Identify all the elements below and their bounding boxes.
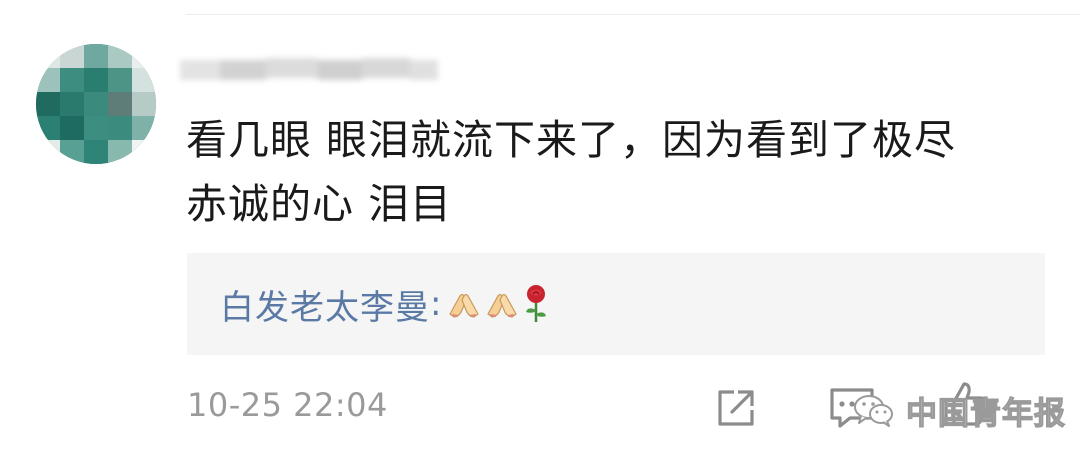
- username-redacted: [180, 52, 442, 92]
- share-icon[interactable]: [712, 384, 760, 432]
- watermark-text: 中国青年报: [905, 395, 1066, 432]
- folded-hands-emoji: [487, 293, 518, 318]
- reply-separator: :: [430, 284, 443, 324]
- watermark: 中国青年报: [852, 388, 1066, 432]
- comment-text-line-2: 赤诚的心 泪目: [186, 180, 453, 228]
- top-divider: [186, 14, 1080, 15]
- reply-author[interactable]: 白发老太李曼: [220, 280, 430, 329]
- reply-line: 白发老太李曼 :: [220, 279, 550, 329]
- reply-box[interactable]: 白发老太李曼 :: [187, 253, 1045, 355]
- comment-screen: 看几眼 眼泪就流下来了，因为看到了极尽 赤诚的心 泪目 白发老太李曼 : 10-…: [0, 0, 1080, 458]
- comment-text-line-1: 看几眼 眼泪就流下来了，因为看到了极尽: [186, 116, 957, 164]
- comment-timestamp: 10-25 22:04: [187, 386, 388, 424]
- wechat-icon: [854, 395, 893, 427]
- folded-hands-emoji: [449, 293, 480, 318]
- rose-emoji: [526, 285, 547, 322]
- reply-emojis: [446, 284, 550, 324]
- comment-text: 看几眼 眼泪就流下来了，因为看到了极尽 赤诚的心 泪目: [186, 108, 1046, 236]
- avatar[interactable]: [36, 44, 156, 164]
